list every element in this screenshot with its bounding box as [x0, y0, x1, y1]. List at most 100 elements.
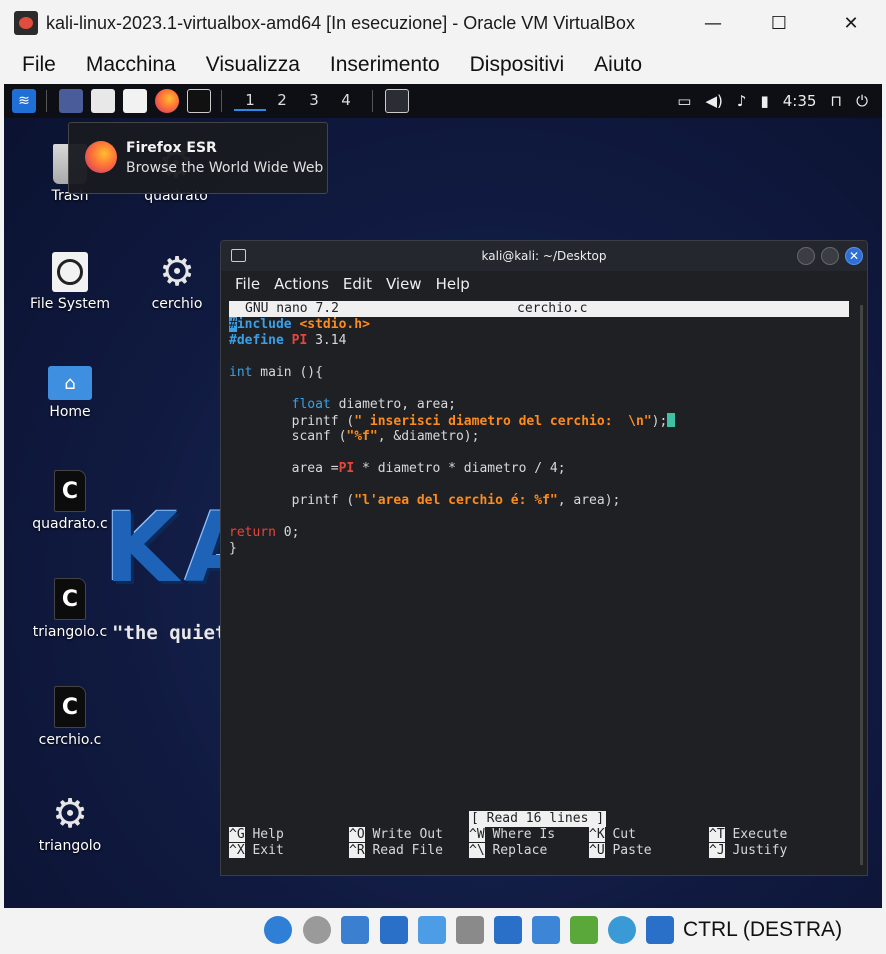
- workspace-2[interactable]: 2: [266, 91, 298, 111]
- c-source-file-icon: C: [54, 578, 86, 620]
- text-editor-icon[interactable]: [123, 89, 147, 113]
- shortcut-help[interactable]: ^G Help: [229, 827, 284, 843]
- shortcut-execute[interactable]: ^T Execute: [709, 827, 787, 843]
- audio-status-icon[interactable]: [341, 916, 369, 944]
- virtualbox-app-icon: [14, 11, 38, 35]
- shortcut-read-file[interactable]: ^R Read File: [349, 843, 443, 859]
- host-window-title: kali-linux-2023.1-virtualbox-amd64 [In e…: [46, 12, 635, 33]
- menu-visualizza[interactable]: Visualizza: [206, 53, 300, 77]
- guest-display[interactable]: ≋ 1 2 3 4 ▭ ◀) ♪ ▮ 4:35 ⊓ ⏻ Trash ⚙: [4, 84, 882, 908]
- panel-clock[interactable]: 4:35: [783, 92, 817, 110]
- close-button[interactable]: ✕: [828, 0, 874, 46]
- host-key-label: CTRL (DESTRA): [683, 918, 843, 941]
- video-capture-status-icon[interactable]: [532, 916, 560, 944]
- shared-folders-status-icon[interactable]: [456, 916, 484, 944]
- desktop-icon-label: cerchio: [151, 296, 203, 312]
- workspace-1[interactable]: 1: [234, 91, 266, 111]
- hard-disk-status-icon[interactable]: [264, 916, 292, 944]
- kali-menu-icon[interactable]: ≋: [12, 89, 36, 113]
- code-line: #include <stdio.h>: [229, 317, 370, 332]
- desktop-icon-label: cerchio.c: [38, 732, 102, 748]
- shortcut-cut[interactable]: ^K Cut: [589, 827, 636, 843]
- usb-status-icon[interactable]: [418, 916, 446, 944]
- battery-icon[interactable]: ▮: [760, 92, 768, 110]
- shortcut-write-out[interactable]: ^O Write Out: [349, 827, 443, 843]
- host-status-bar: CTRL (DESTRA): [0, 908, 886, 954]
- code-line: area =PI * diametro * diametro / 4;: [229, 461, 566, 476]
- nano-version: GNU nano 7.2: [245, 301, 339, 316]
- terminal-menu-edit[interactable]: Edit: [343, 275, 372, 293]
- shortcut-exit[interactable]: ^X Exit: [229, 843, 284, 859]
- shortcut-where-is[interactable]: ^W Where Is: [469, 827, 555, 843]
- terminal-title-bar[interactable]: kali@kali: ~/Desktop ✕: [221, 241, 867, 271]
- terminal-scrollbar[interactable]: [860, 305, 863, 865]
- code-line: #define PI 3.14: [229, 333, 347, 348]
- terminal-menu-file[interactable]: File: [235, 275, 260, 293]
- mouse-integration-status-icon[interactable]: [608, 916, 636, 944]
- desktop-icon-triangolo[interactable]: ⚙ triangolo: [15, 794, 125, 854]
- terminal-menu-actions[interactable]: Actions: [274, 275, 329, 293]
- maximize-button[interactable]: ☐: [756, 0, 802, 46]
- terminal-menu-help[interactable]: Help: [436, 275, 470, 293]
- shortcut-paste[interactable]: ^U Paste: [589, 843, 652, 859]
- terminal-launcher-icon[interactable]: [187, 89, 211, 113]
- keyboard-capture-status-icon[interactable]: [646, 916, 674, 944]
- terminal-menu-view[interactable]: View: [386, 275, 422, 293]
- panel-separator: [46, 90, 47, 112]
- workspace-4[interactable]: 4: [330, 91, 362, 111]
- menu-file[interactable]: File: [22, 53, 56, 77]
- nano-filename: cerchio.c: [517, 301, 588, 316]
- desktop-icon-cerchio[interactable]: ⚙ cerchio: [122, 252, 232, 312]
- workspace-3[interactable]: 3: [298, 91, 330, 111]
- terminal-minimize-button[interactable]: [797, 247, 815, 265]
- cpu-activity-status-icon[interactable]: [570, 916, 598, 944]
- gear-icon: ⚙: [52, 791, 88, 837]
- display-status-icon[interactable]: [494, 916, 522, 944]
- text-cursor: [667, 413, 676, 427]
- host-menubar: File Macchina Visualizza Inserimento Dis…: [0, 46, 886, 84]
- desktop-icon-label: triangolo.c: [32, 624, 108, 640]
- display-icon[interactable]: ▭: [677, 92, 691, 110]
- volume-icon[interactable]: ◀): [705, 92, 722, 110]
- taskbar-terminal-window[interactable]: [385, 89, 409, 113]
- code-line: }: [229, 541, 237, 556]
- home-folder-icon: ⌂: [48, 366, 92, 400]
- lock-screen-icon[interactable]: ⊓: [830, 92, 842, 110]
- c-source-file-icon: C: [54, 686, 86, 728]
- shortcut-justify[interactable]: ^J Justify: [709, 843, 787, 859]
- workspace-switcher: 1 2 3 4: [234, 91, 362, 111]
- menu-dispositivi[interactable]: Dispositivi: [470, 53, 565, 77]
- system-tray: ▭ ◀) ♪ ▮ 4:35 ⊓ ⏻: [677, 84, 882, 118]
- terminal-maximize-button[interactable]: [821, 247, 839, 265]
- gear-icon: ⚙: [159, 249, 195, 295]
- power-icon[interactable]: ⏻: [856, 92, 868, 110]
- optical-drive-status-icon[interactable]: [303, 916, 331, 944]
- desktop-icon-cerchio-c[interactable]: C cerchio.c: [15, 686, 125, 748]
- panel-separator: [221, 90, 222, 112]
- menu-macchina[interactable]: Macchina: [86, 53, 176, 77]
- desktop-icon-home[interactable]: ⌂ Home: [15, 360, 125, 420]
- tooltip-subtitle: Browse the World Wide Web: [126, 160, 324, 176]
- notification-bell-icon[interactable]: ♪: [737, 92, 747, 110]
- menu-inserimento[interactable]: Inserimento: [330, 53, 440, 77]
- minimize-button[interactable]: —: [690, 0, 736, 46]
- firefox-icon[interactable]: [155, 89, 179, 113]
- terminal-close-button[interactable]: ✕: [845, 247, 863, 265]
- code-line: int main (){: [229, 365, 323, 380]
- terminal-icon: [231, 249, 246, 262]
- show-desktop-icon[interactable]: [59, 89, 83, 113]
- file-manager-icon[interactable]: [91, 89, 115, 113]
- shortcut-replace[interactable]: ^\ Replace: [469, 843, 547, 859]
- terminal-title: kali@kali: ~/Desktop: [481, 249, 607, 263]
- host-title-bar: kali-linux-2023.1-virtualbox-amd64 [In e…: [0, 0, 886, 46]
- code-line: return 0;: [229, 525, 300, 540]
- nano-editor[interactable]: GNU nano 7.2 cerchio.c #include <stdio.h…: [229, 301, 849, 871]
- menu-aiuto[interactable]: Aiuto: [594, 53, 642, 77]
- terminal-window[interactable]: kali@kali: ~/Desktop ✕ File Actions Edit…: [220, 240, 868, 876]
- code-line: float diametro, area;: [291, 397, 456, 412]
- firefox-tooltip: Firefox ESR Browse the World Wide Web: [68, 122, 328, 194]
- network-status-icon[interactable]: [380, 916, 408, 944]
- desktop-icon-file-system[interactable]: File System: [15, 252, 125, 312]
